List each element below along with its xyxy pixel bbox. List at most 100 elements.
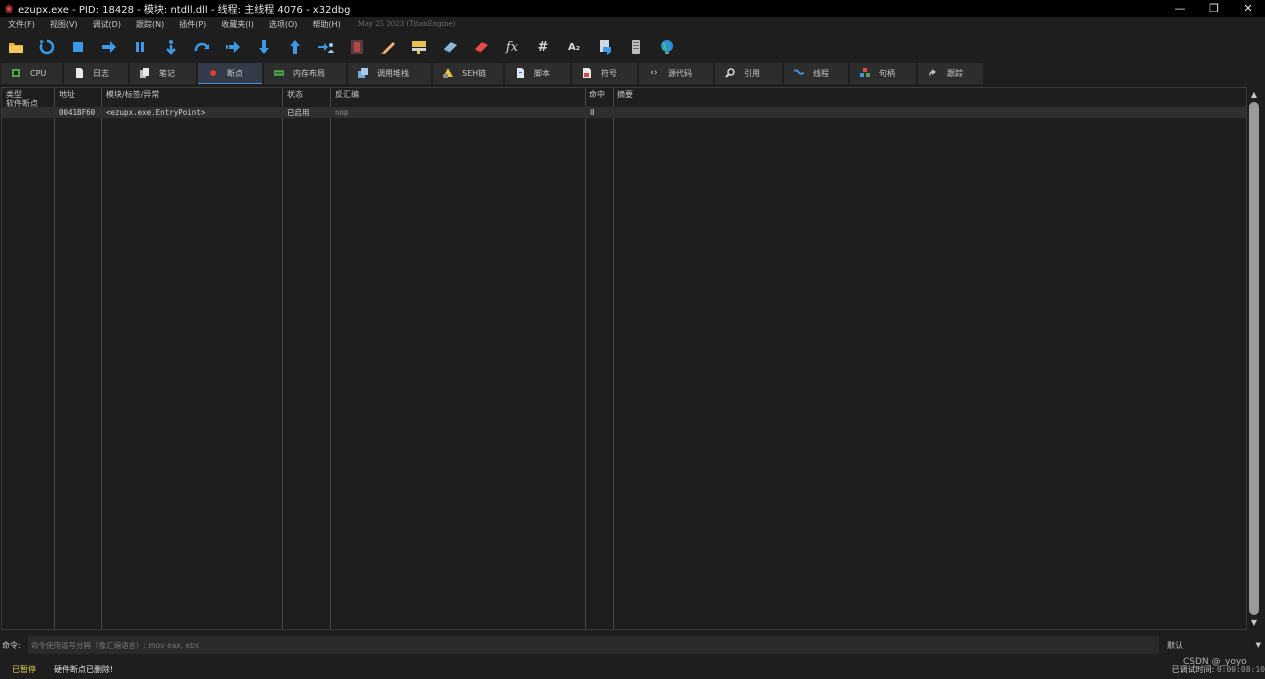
menu-bar: 文件(F) 视图(V) 调试(D) 跟踪(N) 插件(P) 收藏夹(I) 选项(… xyxy=(0,17,1265,31)
column-header-module-label[interactable]: 模块/标签/异常 xyxy=(106,89,159,100)
handles-icon xyxy=(860,68,870,78)
command-mode-select[interactable]: 默认 ▼ xyxy=(1163,636,1265,654)
table-row[interactable]: 0041BF60 <ezupx.exe.EntryPoint> 已启用 nop … xyxy=(2,107,1246,118)
tab-label: 符号 xyxy=(601,68,617,78)
notes-icon xyxy=(140,68,150,78)
column-divider[interactable] xyxy=(613,88,614,629)
tab-label: 调用堆栈 xyxy=(377,68,409,78)
column-header-summary[interactable]: 摘要 xyxy=(617,89,633,100)
tab-label: SEH链 xyxy=(462,68,487,78)
scroll-down-arrow-icon[interactable]: ▼ xyxy=(1249,617,1259,627)
source-icon: ‹› xyxy=(650,68,658,78)
tab-call-stack[interactable]: 调用堆栈 xyxy=(348,63,431,84)
command-mode-value: 默认 xyxy=(1167,640,1184,650)
build-info: May 25 2023 (TitanEngine) xyxy=(357,20,456,28)
restart-icon[interactable] xyxy=(37,37,57,57)
tab-label: 线程 xyxy=(813,68,829,78)
tab-source[interactable]: ‹› 源代码 xyxy=(639,63,713,84)
status-bar: 已暂停 硬件断点已删除! 已调试时间: 0:00:08:10 xyxy=(0,659,1265,679)
menu-debug[interactable]: 调试(D) xyxy=(93,19,121,30)
functions-icon[interactable]: fx xyxy=(502,37,522,57)
threads-icon xyxy=(794,68,804,78)
column-header-hits[interactable]: 命中 xyxy=(589,89,605,100)
column-divider[interactable] xyxy=(101,88,102,629)
tab-breakpoints[interactable]: 断点 xyxy=(198,63,262,84)
watermark: CSDN @_yoyo xyxy=(1183,657,1247,667)
step-over-icon[interactable] xyxy=(192,37,212,57)
breakpoints-table[interactable]: 类型 地址 模块/标签/异常 状态 反汇编 命中 摘要 软件断点 0041BF6… xyxy=(1,87,1247,630)
tab-symbols[interactable]: 符号 xyxy=(572,63,637,84)
tab-handles[interactable]: 句柄 xyxy=(850,63,916,84)
breakpoint-icon xyxy=(208,68,218,78)
strings-icon[interactable]: A₂ xyxy=(564,37,584,57)
references-icon xyxy=(725,68,735,78)
debugger-state: 已暂停 xyxy=(12,664,36,674)
symbols-icon xyxy=(582,68,592,78)
seh-icon xyxy=(443,68,453,78)
vertical-scrollbar[interactable]: ▲ ▼ xyxy=(1247,87,1261,630)
pause-icon[interactable] xyxy=(130,37,150,57)
column-divider[interactable] xyxy=(330,88,331,629)
scroll-thumb[interactable] xyxy=(1249,102,1259,615)
column-header-state[interactable]: 状态 xyxy=(287,89,303,100)
scroll-up-arrow-icon[interactable]: ▲ xyxy=(1249,89,1259,99)
column-divider[interactable] xyxy=(282,88,283,629)
stop-icon[interactable] xyxy=(68,37,88,57)
tab-memory-map[interactable]: 内存布局 xyxy=(264,63,346,84)
tab-references[interactable]: 引用 xyxy=(715,63,782,84)
tab-label: 内存布局 xyxy=(293,68,325,78)
tab-notes[interactable]: 笔记 xyxy=(130,63,196,84)
column-divider[interactable] xyxy=(54,88,55,629)
patch-icon[interactable] xyxy=(378,37,398,57)
menu-file[interactable]: 文件(F) xyxy=(8,19,35,30)
bp-hits: 0 xyxy=(590,108,595,117)
tab-label: 断点 xyxy=(227,68,243,78)
menu-help[interactable]: 帮助(H) xyxy=(312,19,340,30)
bp-state: 已启用 xyxy=(287,108,310,117)
variables-icon[interactable]: # xyxy=(533,37,553,57)
tab-trace[interactable]: 跟踪 xyxy=(918,63,983,84)
menu-view[interactable]: 视图(V) xyxy=(50,19,78,30)
tab-cpu[interactable]: CPU xyxy=(1,63,62,84)
column-divider[interactable] xyxy=(585,88,586,629)
menu-plugins[interactable]: 插件(P) xyxy=(179,19,206,30)
restore-button[interactable]: ❐ xyxy=(1197,0,1231,17)
tab-label: 笔记 xyxy=(159,68,175,78)
tab-bar: CPU 日志 笔记 断点 内存布局 调用堆栈 SEH链 脚本 符号 ‹› 源代码… xyxy=(0,63,1265,85)
tab-threads[interactable]: 线程 xyxy=(784,63,848,84)
x32dbg-app-icon xyxy=(3,3,14,14)
menu-favourites[interactable]: 收藏夹(I) xyxy=(221,19,254,30)
cpu-icon xyxy=(11,68,21,78)
menu-trace[interactable]: 跟踪(N) xyxy=(136,19,164,30)
title-bar: ezupx.exe - PID: 18428 - 模块: ntdll.dll -… xyxy=(0,0,1265,17)
minimize-button[interactable]: — xyxy=(1163,0,1197,17)
bookmarks-icon[interactable] xyxy=(471,37,491,57)
tab-log[interactable]: 日志 xyxy=(64,63,128,84)
step-into-icon[interactable] xyxy=(161,37,181,57)
hash-icon[interactable] xyxy=(626,37,646,57)
execute-till-return-icon[interactable] xyxy=(285,37,305,57)
column-header-disassembly[interactable]: 反汇编 xyxy=(335,89,359,100)
log-icon xyxy=(74,68,84,78)
script-icon xyxy=(515,68,525,78)
run-to-user-code-icon[interactable] xyxy=(316,37,336,57)
labels-icon[interactable] xyxy=(440,37,460,57)
tab-label: 跟踪 xyxy=(947,68,963,78)
bp-disassembly: nop xyxy=(335,108,349,117)
tab-seh[interactable]: SEH链 xyxy=(433,63,503,84)
tab-script[interactable]: 脚本 xyxy=(505,63,570,84)
functions-glyph: fx xyxy=(505,39,519,55)
comments-icon[interactable] xyxy=(409,37,429,57)
column-header-address[interactable]: 地址 xyxy=(59,89,75,100)
command-input[interactable] xyxy=(27,636,1160,654)
calculator-icon[interactable] xyxy=(595,37,615,57)
trace-over-icon[interactable] xyxy=(254,37,274,57)
trace-into-icon[interactable] xyxy=(223,37,243,57)
close-button[interactable]: ✕ xyxy=(1231,0,1265,17)
scylla-icon[interactable] xyxy=(347,37,367,57)
open-icon[interactable] xyxy=(6,37,26,57)
menu-options[interactable]: 选项(O) xyxy=(269,19,298,30)
variables-glyph: # xyxy=(537,39,549,55)
run-icon[interactable] xyxy=(99,37,119,57)
browser-icon[interactable] xyxy=(657,37,677,57)
